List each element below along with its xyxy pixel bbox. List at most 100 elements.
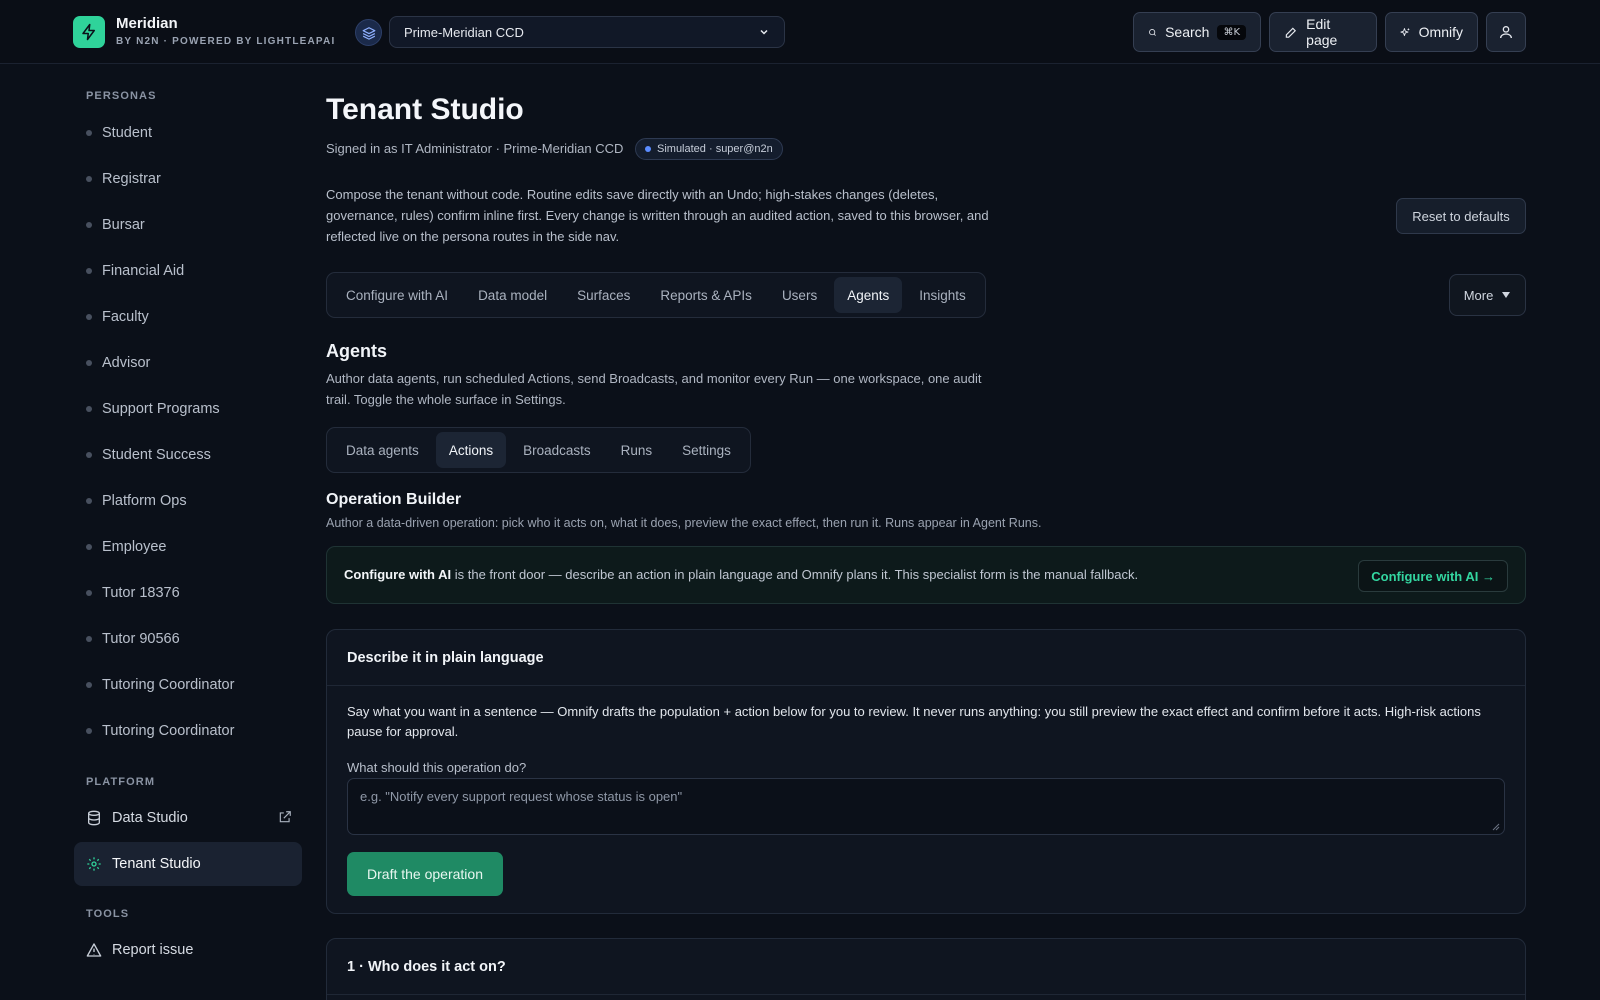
- sidebar-item-label: Student Success: [102, 447, 211, 463]
- tab-reports-apis[interactable]: Reports & APIs: [647, 277, 765, 313]
- bullet-dot-icon: [86, 360, 92, 366]
- status-dot-icon: [645, 146, 651, 152]
- sidebar-item-label: Tutor 18376: [102, 585, 180, 601]
- sidebar-item-label: Bursar: [102, 217, 145, 233]
- database-icon: [88, 810, 100, 826]
- brand-name: Meridian: [116, 15, 178, 32]
- operation-field-label: What should this operation do?: [347, 760, 527, 775]
- describe-card-title: Describe it in plain language: [327, 630, 1525, 686]
- bullet-dot-icon: [86, 544, 92, 550]
- simulated-badge: Simulated · super@n2n: [635, 138, 783, 160]
- configure-ai-banner: Configure with AI is the front door — de…: [326, 546, 1526, 604]
- draft-operation-button[interactable]: Draft the operation: [347, 852, 503, 896]
- describe-card: Describe it in plain language Say what y…: [326, 629, 1526, 914]
- step1-card: 1 · Who does it act on?: [326, 938, 1526, 1000]
- sidebar-item-student-success[interactable]: Student Success: [86, 443, 316, 467]
- sidebar-item-tenant-studio[interactable]: Tenant Studio: [74, 842, 302, 886]
- sidebar-item-label: Student: [102, 125, 152, 141]
- operation-description-input[interactable]: e.g. "Notify every support request whose…: [347, 778, 1505, 835]
- tenant-select-value: Prime-Meridian CCD: [404, 24, 524, 40]
- sidebar-item-label: Tutor 90566: [102, 631, 180, 647]
- search-button[interactable]: Search ⌘K: [1133, 12, 1261, 52]
- sidebar-item-employee[interactable]: Employee: [86, 535, 316, 559]
- edit-page-button[interactable]: Edit page: [1269, 12, 1377, 52]
- sidebar-item-data-studio[interactable]: Data Studio: [74, 796, 302, 840]
- describe-card-text: Say what you want in a sentence — Omnify…: [347, 704, 1481, 739]
- bullet-dot-icon: [86, 682, 92, 688]
- sidebar-item-label: Platform Ops: [102, 493, 187, 509]
- subtab-settings[interactable]: Settings: [669, 432, 744, 468]
- sidebar-item-tutor-18376[interactable]: Tutor 18376: [86, 581, 316, 605]
- sidebar-item-label: Advisor: [102, 355, 151, 371]
- tab-users[interactable]: Users: [769, 277, 830, 313]
- bullet-dot-icon: [86, 130, 92, 136]
- bolt-icon: [82, 23, 95, 41]
- sidebar-item-tutoring-coordinator-2[interactable]: Tutoring Coordinator: [86, 719, 316, 743]
- sidebar-item-label: Faculty: [102, 309, 149, 325]
- sidebar-heading-personas: PERSONAS: [86, 90, 157, 102]
- edit-page-label: Edit page: [1306, 16, 1338, 48]
- sidebar-item-label: Tutoring Coordinator: [102, 723, 235, 739]
- configure-with-ai-button[interactable]: Configure with AI →: [1358, 560, 1508, 592]
- user-menu-button[interactable]: [1486, 12, 1526, 52]
- bullet-dot-icon: [86, 636, 92, 642]
- sidebar-item-student[interactable]: Student: [86, 121, 316, 145]
- reset-to-defaults-button[interactable]: Reset to defaults: [1396, 198, 1526, 234]
- sidebar-heading-tools: TOOLS: [86, 908, 130, 920]
- user-icon: [1500, 26, 1512, 39]
- bullet-dot-icon: [86, 314, 92, 320]
- tab-configure-with-ai[interactable]: Configure with AI: [333, 277, 461, 313]
- tenant-layers-button[interactable]: [355, 19, 382, 46]
- tab-surfaces[interactable]: Surfaces: [564, 277, 643, 313]
- layers-icon: [362, 26, 375, 40]
- sidebar-item-label: Data Studio: [112, 810, 188, 826]
- step1-card-title: 1 · Who does it act on?: [327, 939, 1525, 995]
- section-title: Agents: [326, 341, 388, 361]
- search-icon: [1149, 28, 1156, 36]
- tab-insights[interactable]: Insights: [906, 277, 979, 313]
- page-description: Compose the tenant without code. Routine…: [326, 187, 989, 244]
- banner-bold: Configure with AI: [344, 567, 452, 582]
- warning-triangle-icon: [86, 943, 102, 957]
- sidebar-item-label: Tutoring Coordinator: [102, 677, 235, 693]
- sidebar-item-report-issue[interactable]: Report issue: [74, 928, 302, 972]
- sidebar-item-tutoring-coordinator[interactable]: Tutoring Coordinator: [86, 673, 316, 697]
- configure-ai-banner-text: Configure with AI is the front door — de…: [344, 567, 1138, 582]
- sparkle-icon: [1400, 27, 1410, 36]
- bullet-dot-icon: [86, 222, 92, 228]
- sidebar-item-advisor[interactable]: Advisor: [86, 351, 316, 375]
- operation-builder-description: Author a data-driven operation: pick who…: [326, 516, 1042, 530]
- operation-builder-title: Operation Builder: [326, 491, 462, 508]
- tab-agents[interactable]: Agents: [834, 277, 903, 313]
- bullet-dot-icon: [86, 176, 92, 182]
- brand-tagline: BY N2N · POWERED BY LIGHTLEAPAI: [116, 36, 336, 47]
- tab-data-model[interactable]: Data model: [465, 277, 560, 313]
- resize-grip-icon[interactable]: [1492, 823, 1500, 831]
- tenant-select[interactable]: Prime-Meridian CCD: [389, 16, 785, 48]
- sidebar-item-label: Report issue: [112, 942, 194, 958]
- sidebar-item-financial-aid[interactable]: Financial Aid: [86, 259, 316, 283]
- sidebar-item-bursar[interactable]: Bursar: [86, 213, 316, 237]
- pencil-icon: [1285, 27, 1297, 38]
- subtab-broadcasts[interactable]: Broadcasts: [510, 432, 604, 468]
- subtab-runs[interactable]: Runs: [608, 432, 666, 468]
- sidebar-item-faculty[interactable]: Faculty: [86, 305, 316, 329]
- search-button-label: Search: [1165, 24, 1210, 40]
- signed-in-text: Signed in as IT Administrator · Prime-Me…: [326, 141, 624, 156]
- brand-logo[interactable]: [73, 16, 105, 48]
- main-tabs: Configure with AI Data model Surfaces Re…: [326, 272, 986, 318]
- sidebar-item-label: Support Programs: [102, 401, 220, 417]
- sidebar-item-tutor-90566[interactable]: Tutor 90566: [86, 627, 316, 651]
- sidebar-item-registrar[interactable]: Registrar: [86, 167, 316, 191]
- sidebar-item-platform-ops[interactable]: Platform Ops: [86, 489, 316, 513]
- omnify-label: Omnify: [1418, 24, 1463, 40]
- more-tabs-button[interactable]: More: [1449, 274, 1526, 316]
- simulated-badge-label: Simulated · super@n2n: [657, 143, 773, 155]
- subtab-data-agents[interactable]: Data agents: [333, 432, 432, 468]
- bullet-dot-icon: [86, 452, 92, 458]
- sidebar-item-support-programs[interactable]: Support Programs: [86, 397, 316, 421]
- omnify-button[interactable]: Omnify: [1385, 12, 1478, 52]
- chevron-down-icon: [760, 29, 768, 35]
- subtab-actions[interactable]: Actions: [435, 432, 507, 468]
- bullet-dot-icon: [86, 268, 92, 274]
